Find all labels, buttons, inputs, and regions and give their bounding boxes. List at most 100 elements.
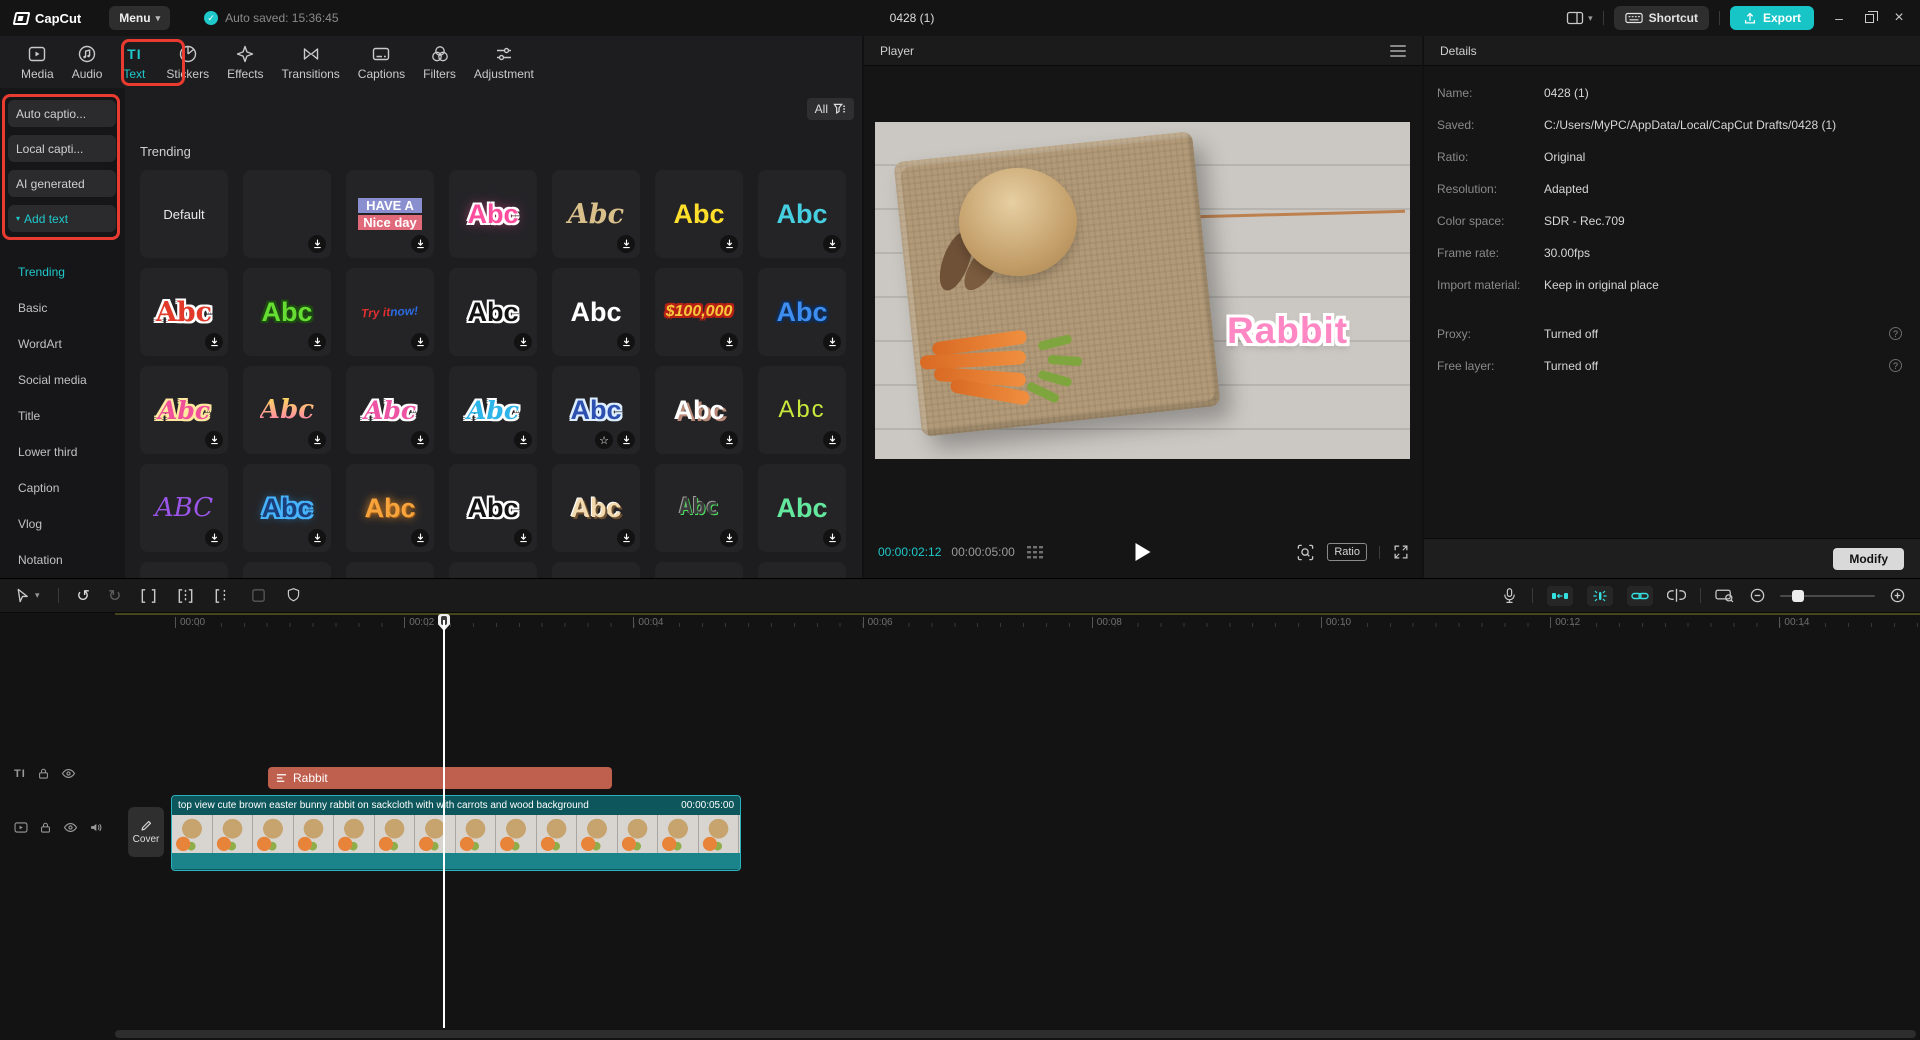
split-icon[interactable] bbox=[139, 588, 158, 604]
download-icon[interactable] bbox=[514, 431, 532, 449]
tab-media[interactable]: Media bbox=[12, 42, 63, 83]
sidebar-item-basic[interactable]: Basic bbox=[0, 290, 125, 326]
sidebar-button-add-text[interactable]: ▾Add text bbox=[8, 205, 116, 232]
template-card[interactable]: Abc bbox=[758, 464, 846, 552]
download-icon[interactable] bbox=[720, 333, 738, 351]
snapping-toggle[interactable] bbox=[1587, 586, 1613, 606]
timeline-zoom-slider[interactable] bbox=[1780, 595, 1875, 597]
eye-icon[interactable] bbox=[61, 767, 76, 780]
help-icon[interactable] bbox=[1889, 359, 1902, 372]
template-card[interactable] bbox=[243, 562, 331, 578]
tab-text[interactable]: TIText bbox=[111, 42, 157, 83]
tab-audio[interactable]: Audio bbox=[63, 42, 112, 83]
sidebar-item-trending[interactable]: Trending bbox=[0, 254, 125, 290]
download-icon[interactable] bbox=[823, 333, 841, 351]
template-card[interactable]: HAVE ANice day bbox=[346, 170, 434, 258]
sidebar-button-local-capti[interactable]: Local capti... bbox=[8, 135, 116, 162]
focus-icon[interactable] bbox=[1296, 543, 1315, 562]
template-card[interactable] bbox=[552, 562, 640, 578]
split-preview-icon[interactable] bbox=[1667, 588, 1686, 604]
layout-switch-button[interactable]: ▾ bbox=[1566, 9, 1593, 27]
minimize-button[interactable]: – bbox=[1824, 0, 1854, 36]
split-left-icon[interactable] bbox=[176, 588, 195, 604]
template-card[interactable]: Abc bbox=[552, 464, 640, 552]
help-icon[interactable] bbox=[1889, 327, 1902, 340]
sidebar-item-wordart[interactable]: WordArt bbox=[0, 326, 125, 362]
fullscreen-icon[interactable] bbox=[1392, 543, 1410, 561]
download-icon[interactable] bbox=[617, 529, 635, 547]
download-icon[interactable] bbox=[823, 431, 841, 449]
zoom-out-icon[interactable] bbox=[1749, 587, 1766, 604]
download-icon[interactable] bbox=[411, 333, 429, 351]
download-icon[interactable] bbox=[205, 333, 223, 351]
template-card[interactable] bbox=[758, 562, 846, 578]
download-icon[interactable] bbox=[205, 529, 223, 547]
cover-button[interactable]: Cover bbox=[128, 807, 164, 857]
player-menu-icon[interactable] bbox=[1390, 45, 1406, 57]
download-icon[interactable] bbox=[411, 529, 429, 547]
timeline-ruler[interactable]: 00:0000:0200:0400:0600:0800:1000:1200:14 bbox=[0, 613, 1920, 635]
tab-transitions[interactable]: Transitions bbox=[273, 42, 349, 83]
template-card[interactable]: Abc bbox=[758, 268, 846, 356]
preview-axis-icon[interactable] bbox=[1715, 587, 1735, 604]
ratio-button[interactable]: Ratio bbox=[1327, 543, 1367, 561]
tab-adjustment[interactable]: Adjustment bbox=[465, 42, 543, 83]
download-icon[interactable] bbox=[617, 333, 635, 351]
template-card[interactable] bbox=[655, 562, 743, 578]
tab-stickers[interactable]: Stickers bbox=[157, 42, 218, 83]
record-voiceover-icon[interactable] bbox=[1501, 587, 1518, 605]
template-card[interactable]: Abc bbox=[758, 170, 846, 258]
sidebar-item-social-media[interactable]: Social media bbox=[0, 362, 125, 398]
lock-icon[interactable] bbox=[39, 821, 52, 834]
timeline-scrollbar[interactable] bbox=[115, 1030, 1916, 1038]
sidebar-item-lower-third[interactable]: Lower third bbox=[0, 434, 125, 470]
linking-toggle[interactable] bbox=[1627, 586, 1653, 606]
download-icon[interactable] bbox=[720, 235, 738, 253]
download-icon[interactable] bbox=[308, 235, 326, 253]
download-icon[interactable] bbox=[617, 235, 635, 253]
zoom-slider-handle[interactable] bbox=[1792, 590, 1804, 602]
split-right-icon[interactable] bbox=[213, 588, 232, 604]
tab-filters[interactable]: Filters bbox=[414, 42, 465, 83]
download-icon[interactable] bbox=[411, 235, 429, 253]
template-card[interactable]: Abc bbox=[449, 464, 537, 552]
template-card[interactable]: ABC bbox=[140, 464, 228, 552]
eye-icon[interactable] bbox=[63, 821, 78, 834]
download-icon[interactable] bbox=[514, 333, 532, 351]
template-card[interactable]: Abc bbox=[552, 170, 640, 258]
download-icon[interactable] bbox=[308, 333, 326, 351]
template-card[interactable] bbox=[449, 562, 537, 578]
frame-grid-icon[interactable] bbox=[1027, 546, 1044, 559]
download-icon[interactable] bbox=[617, 431, 635, 449]
template-card[interactable]: Try itnow! bbox=[346, 268, 434, 356]
auto-remove-gaps-toggle[interactable] bbox=[1547, 586, 1573, 606]
close-button[interactable]: × bbox=[1884, 0, 1914, 36]
template-card[interactable]: Abc bbox=[655, 366, 743, 454]
download-icon[interactable] bbox=[720, 431, 738, 449]
lock-icon[interactable] bbox=[37, 767, 50, 780]
template-card[interactable]: $100,000 bbox=[655, 268, 743, 356]
redo-button[interactable]: ↻ bbox=[108, 586, 121, 605]
template-card[interactable]: Abc bbox=[346, 464, 434, 552]
tab-effects[interactable]: Effects bbox=[218, 42, 272, 83]
template-card[interactable] bbox=[243, 170, 331, 258]
sidebar-button-auto-captio[interactable]: Auto captio... bbox=[8, 100, 116, 127]
template-card[interactable]: Abc bbox=[655, 170, 743, 258]
mute-icon[interactable] bbox=[89, 821, 103, 834]
favorite-star-icon[interactable]: ☆ bbox=[595, 431, 613, 449]
download-icon[interactable] bbox=[514, 529, 532, 547]
template-card[interactable]: Abc bbox=[552, 268, 640, 356]
shortcut-button[interactable]: Shortcut bbox=[1614, 6, 1709, 30]
template-card[interactable]: Abc bbox=[243, 464, 331, 552]
modify-button[interactable]: Modify bbox=[1833, 548, 1904, 570]
select-tool-button[interactable]: ▾ bbox=[14, 587, 40, 604]
sidebar-button-ai-generated[interactable]: AI generated bbox=[8, 170, 116, 197]
playhead[interactable] bbox=[438, 614, 450, 1028]
undo-button[interactable]: ↺ bbox=[77, 586, 90, 605]
menu-button[interactable]: Menu ▾ bbox=[109, 6, 170, 30]
template-card[interactable]: Abc bbox=[346, 366, 434, 454]
sidebar-item-notation[interactable]: Notation bbox=[0, 542, 125, 578]
template-card[interactable]: Abc☆ bbox=[552, 366, 640, 454]
sidebar-item-vlog[interactable]: Vlog bbox=[0, 506, 125, 542]
template-card[interactable]: Default bbox=[140, 170, 228, 258]
